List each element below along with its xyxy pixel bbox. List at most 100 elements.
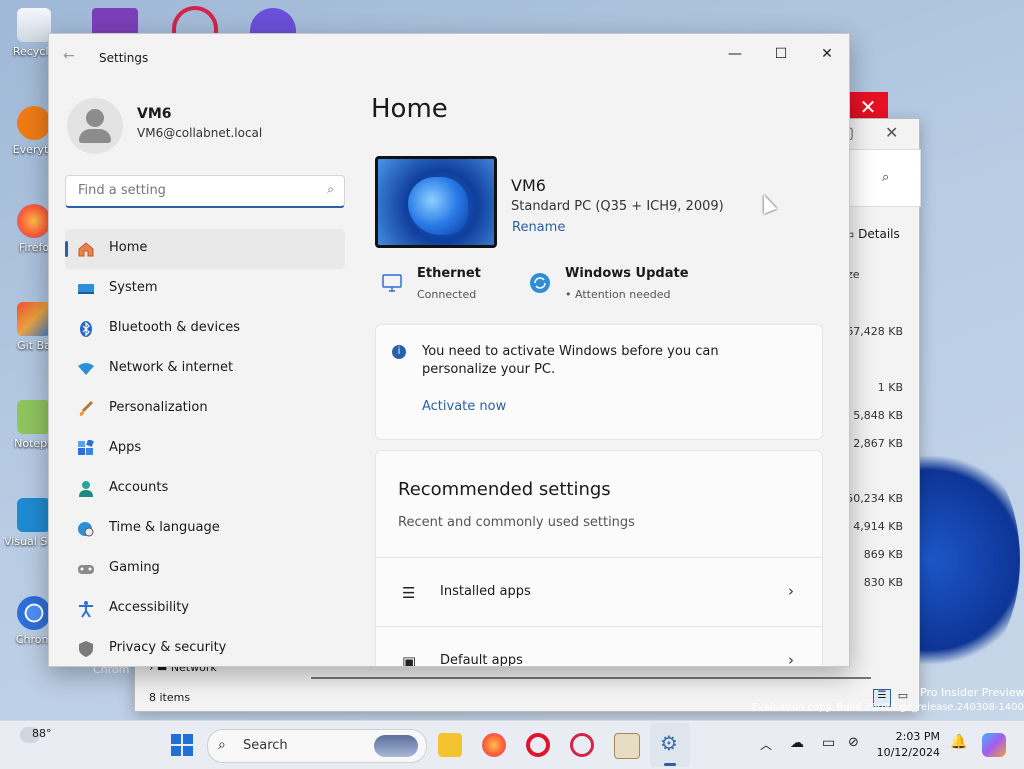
file-size: 67,428 KB [846,325,903,338]
sidebar-item-privacy-security[interactable]: Privacy & security [65,629,345,666]
recommended-subtitle: Recent and commonly used settings [398,515,635,530]
brush-icon [77,400,95,418]
opera-taskbar-icon[interactable] [526,733,550,757]
search-input[interactable] [76,182,310,199]
sidebar-item-time-language[interactable]: Time & language [65,509,345,549]
file-size: 5,848 KB [853,409,903,422]
chrome-icon [17,596,51,630]
sidebar-item-home[interactable]: Home [65,229,345,269]
recycle-bin-icon [17,8,51,42]
tor-browser-icon[interactable] [250,8,296,34]
active-app-indicator [664,763,676,766]
taskbar-search[interactable]: ⌕ Search [207,729,427,763]
watermark-line1: Pro Insider Preview [920,686,1024,699]
settings-window: ← Settings — ☐ ✕ VM6 VM6@collabnet.local… [48,33,850,667]
volume-muted-icon[interactable]: ⊘ [848,735,859,750]
file-size: 830 KB [863,576,903,589]
recommended-item-default-apps[interactable]: ▣ Default apps › [376,626,822,667]
file-explorer-taskbar-icon[interactable] [438,733,462,757]
sidebar-item-network[interactable]: Network & internet [65,349,345,389]
user-profile[interactable]: VM6 VM6@collabnet.local [67,98,357,158]
sidebar-item-bluetooth[interactable]: Bluetooth & devices [65,309,345,349]
clock-time: 2:03 PM [895,730,940,743]
horizontal-scrollbar[interactable] [311,677,871,685]
activate-now-link[interactable]: Activate now [422,399,506,414]
sidebar-item-label: Network & internet [109,360,234,375]
close-button[interactable]: ✕ [807,42,847,66]
ethernet-subtitle: Connected [417,288,477,301]
explorer-close-icon[interactable]: ✕ [885,123,898,142]
chevron-up-icon[interactable]: ︿ [760,736,772,753]
device-name: VM6 [511,176,546,195]
back-arrow-icon[interactable]: ← [63,48,75,64]
file-size: 869 KB [863,548,903,561]
copilot-preview-icon[interactable] [982,733,1006,757]
notification-bell-icon[interactable]: 🔔 [950,734,967,750]
bluetooth-icon [77,320,95,338]
info-icon: i [392,345,406,359]
accounts-icon [77,480,95,498]
onedrive-icon[interactable]: ☁ [790,735,804,751]
opera-icon[interactable] [172,6,218,34]
start-button[interactable] [170,733,194,757]
details-button[interactable]: ▭ Details [843,227,900,241]
search-icon: ⌕ [327,182,334,196]
windows-logo-icon [171,734,193,756]
weather-temp: 88° [32,727,52,740]
maximize-button[interactable]: ☐ [761,42,801,66]
firefox-icon [17,204,51,238]
file-size: 4,914 KB [853,520,903,533]
sidebar-item-accounts[interactable]: Accounts [65,469,345,509]
network-tray-icon[interactable]: ▭ [822,735,835,751]
notepad-plus-icon [17,400,51,434]
sidebar-item-system[interactable]: System [65,269,345,309]
sidebar-item-label: System [109,280,158,295]
gamepad-icon [77,560,95,578]
default-apps-icon: ▣ [402,653,417,667]
sidebar-item-apps[interactable]: Apps [65,429,345,469]
visual-studio-icon[interactable] [92,8,138,34]
taskbar: 88° ⌕ Search ⚙ ︿ ☁ ▭ ⊘ 2:03 PM 10/12/202… [0,720,1024,769]
accessibility-icon [77,600,95,618]
recommended-item-label: Installed apps [440,584,531,599]
windows-bloom-image [408,177,468,235]
sidebar-item-personalization[interactable]: Personalization [65,389,345,429]
title-bar[interactable]: ← Settings — ☐ ✕ [49,34,849,82]
weather-widget[interactable]: 88° [20,727,52,743]
opera-gx-taskbar-icon[interactable] [570,733,594,757]
sidebar-item-accessibility[interactable]: Accessibility [65,589,345,629]
windows-update-status[interactable]: Windows Update • Attention needed [529,266,709,306]
sidebar-item-label: Accessibility [109,600,189,615]
explorer-search-box[interactable]: ⌕ [849,149,921,207]
sidebar-item-label: Apps [109,440,142,455]
system-clock[interactable]: 2:03 PM 10/12/2024 [876,729,940,761]
sidebar-item-label: Time & language [109,520,220,535]
recommended-item-installed-apps[interactable]: ☰ Installed apps › [376,557,822,626]
apps-icon [77,439,95,458]
sidebar-item-label: Home [109,240,148,255]
clock-date: 10/12/2024 [876,746,940,759]
ethernet-title: Ethernet [417,266,481,281]
device-model: Standard PC (Q35 + ICH9, 2009) [511,199,724,214]
chevron-right-icon: › [788,582,794,600]
home-content: Home VM6 Standard PC (Q35 + ICH9, 2009) … [371,82,831,666]
network-icon [77,360,95,378]
ethernet-status[interactable]: Ethernet Connected [381,266,521,306]
git-bash-icon [17,302,51,336]
sidebar-item-label: Bluetooth & devices [109,320,240,335]
gear-icon: ⚙ [660,731,678,755]
minimize-icon: — [728,46,742,62]
rename-link[interactable]: Rename [512,220,565,235]
minimize-button[interactable]: — [715,42,755,66]
avatar-body [79,129,111,143]
settings-taskbar-button[interactable]: ⚙ [650,723,690,767]
firefox-taskbar-icon[interactable] [482,733,506,757]
avatar [67,98,123,154]
sidebar-item-label: Privacy & security [109,640,227,655]
find-setting-search[interactable]: ⌕ [65,175,345,208]
search-highlight-image [374,735,418,757]
everything-icon [17,106,51,140]
java-taskbar-icon[interactable] [614,733,640,759]
sidebar-item-gaming[interactable]: Gaming [65,549,345,589]
taskbar-search-label: Search [243,738,288,753]
